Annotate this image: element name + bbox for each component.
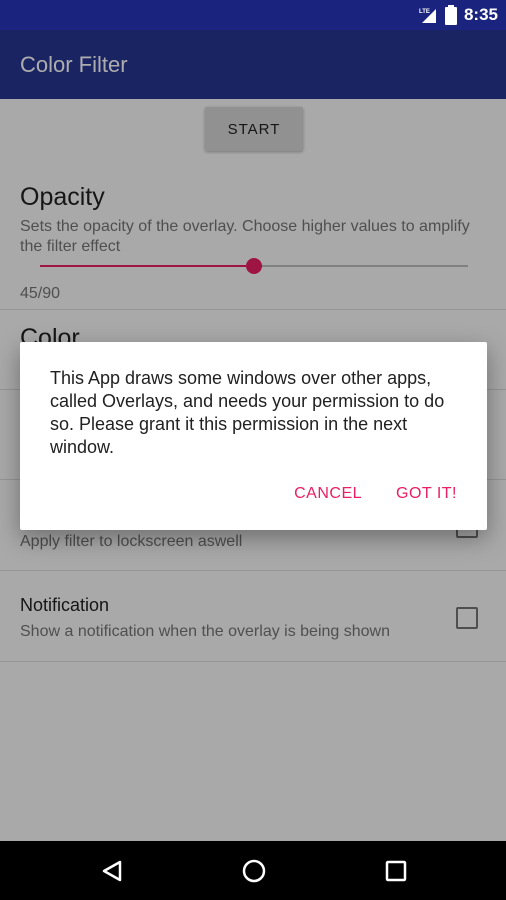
- status-bar: LTE 8:35: [0, 0, 506, 30]
- cancel-button[interactable]: CANCEL: [294, 485, 362, 503]
- status-time: 8:35: [463, 5, 498, 24]
- battery-icon: [444, 5, 458, 25]
- lte-signal-icon: LTE: [418, 5, 438, 25]
- status-icons: LTE 8:35: [418, 0, 498, 30]
- overlay-permission-dialog: This App draws some windows over other a…: [20, 342, 487, 530]
- dialog-message: This App draws some windows over other a…: [50, 368, 445, 457]
- navigation-bar: [0, 841, 506, 900]
- dialog-actions: CANCEL GOT IT!: [294, 485, 457, 503]
- recents-icon[interactable]: [380, 855, 412, 887]
- network-label: LTE: [419, 9, 430, 15]
- got-it-button[interactable]: GOT IT!: [396, 485, 457, 503]
- home-icon[interactable]: [238, 855, 270, 887]
- back-icon[interactable]: [96, 855, 128, 887]
